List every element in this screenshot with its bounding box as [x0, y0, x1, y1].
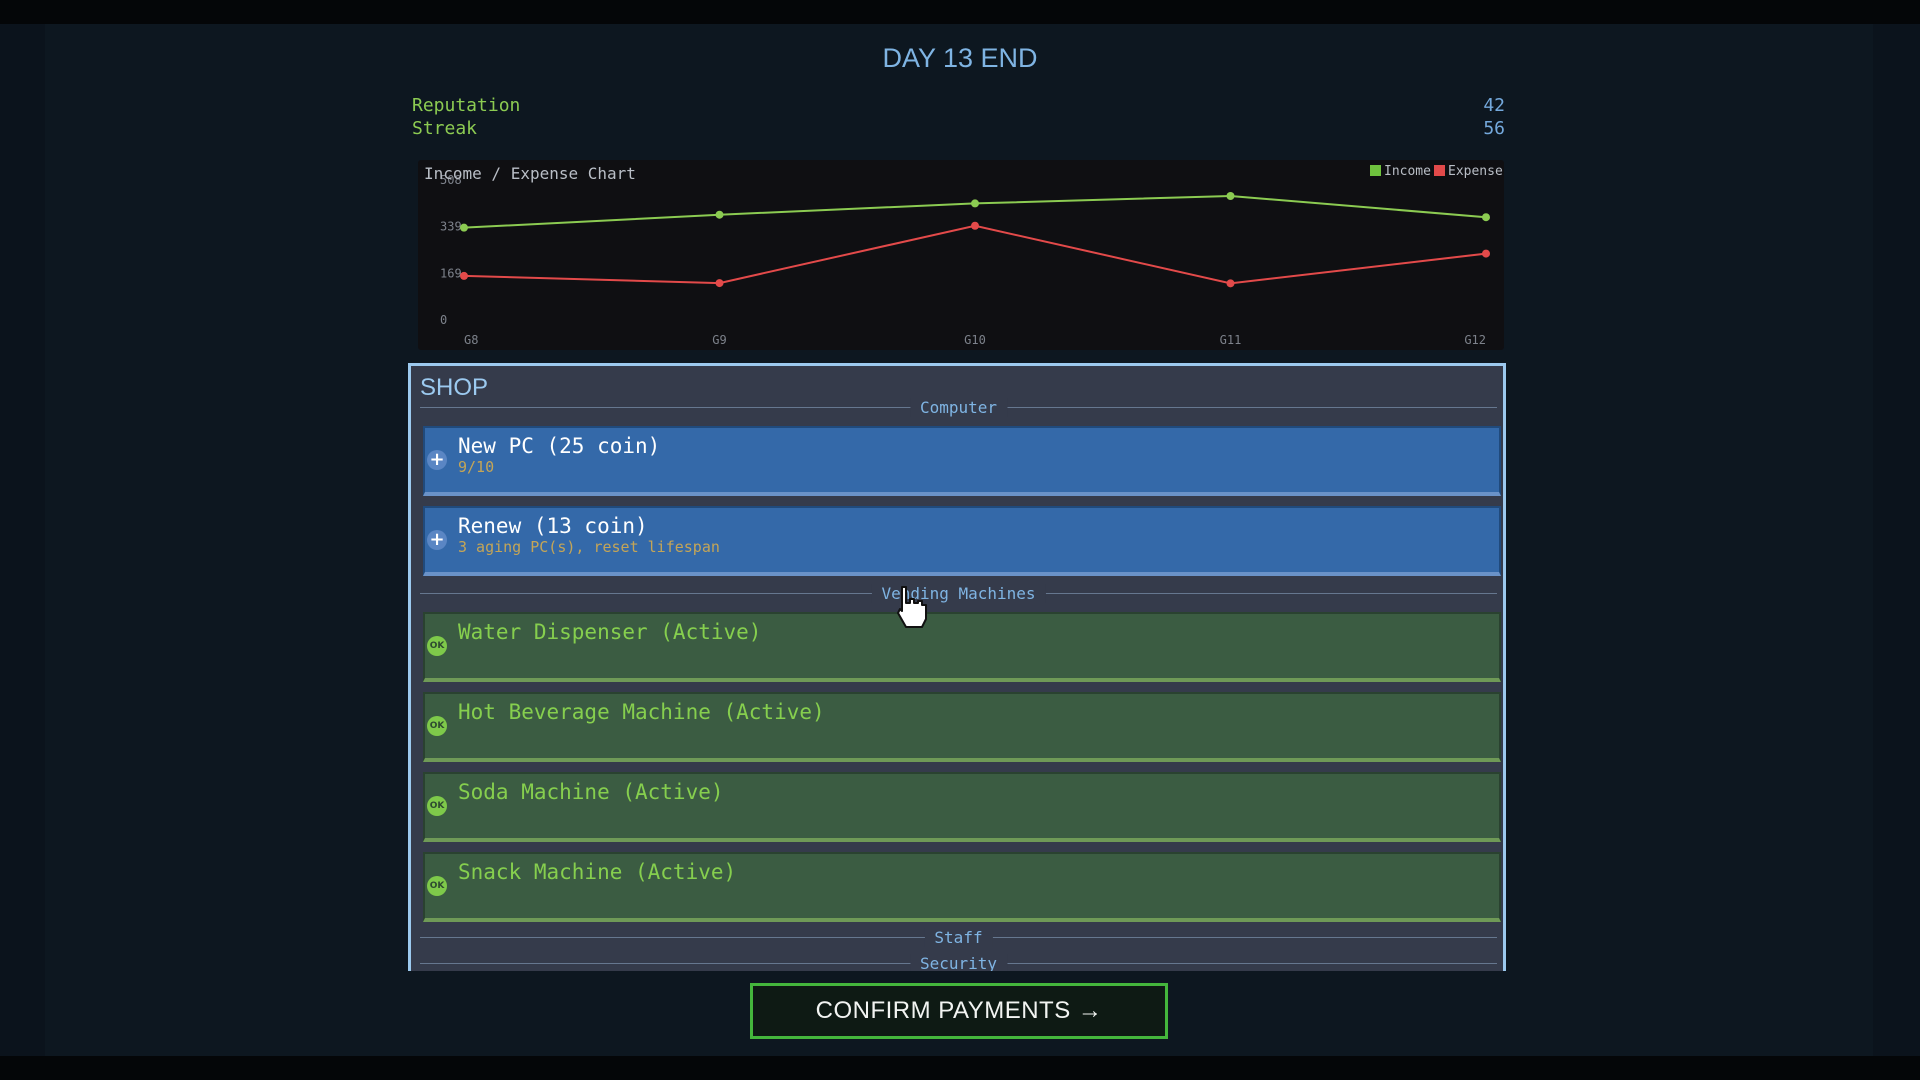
streak-label: Streak: [412, 118, 478, 139]
item-name: Renew (13 coin): [458, 514, 648, 538]
item-name: New PC (25 coin): [458, 434, 661, 458]
item-detail: 9/10: [458, 458, 495, 476]
legend-expense: Expense: [1434, 164, 1503, 179]
streak-value: 56: [1483, 118, 1505, 139]
ok-check-icon: OK: [427, 796, 447, 816]
item-name: Snack Machine (Active): [458, 860, 737, 884]
item-name: Hot Beverage Machine (Active): [458, 700, 825, 724]
y-tick-label: 169: [440, 266, 462, 280]
shop-item-snack-machine[interactable]: OK Snack Machine (Active): [423, 852, 1501, 922]
shop-item-water-dispenser[interactable]: OK Water Dispenser (Active): [423, 612, 1501, 682]
section-label-computer: Computer: [909, 398, 1008, 417]
data-point-income: [460, 223, 468, 232]
plus-icon: +: [427, 450, 447, 470]
series-line-expense: [463, 224, 1487, 285]
item-name: Soda Machine (Active): [458, 780, 724, 804]
section-divider-computer: Computer: [420, 398, 1497, 417]
reputation-value: 42: [1483, 95, 1505, 116]
income-expense-chart: 0 169 339 508 G8 G9 G10 G11 G12: [418, 160, 1504, 350]
x-tick-label: G9: [712, 333, 726, 347]
shop-panel[interactable]: SHOP Computer + New PC (25 coin) 9/10 + …: [408, 363, 1506, 971]
legend-income-swatch: [1370, 165, 1381, 176]
data-point-expense: [715, 279, 724, 288]
data-point-income: [715, 210, 724, 219]
shop-item-renew[interactable]: + Renew (13 coin) 3 aging PC(s), reset l…: [423, 506, 1501, 576]
legend-expense-label: Expense: [1448, 164, 1503, 179]
ok-check-icon: OK: [427, 876, 447, 896]
shop-item-soda-machine[interactable]: OK Soda Machine (Active): [423, 772, 1501, 842]
x-tick-label: G8: [464, 333, 478, 347]
y-tick-label: 339: [440, 220, 462, 234]
section-divider-vending: Vending Machines: [420, 584, 1497, 603]
ok-check-icon: OK: [427, 716, 447, 736]
section-label-security: Security: [909, 954, 1008, 971]
section-divider-security: Security: [420, 954, 1497, 971]
item-name: Water Dispenser (Active): [458, 620, 762, 644]
legend-income-label: Income: [1384, 164, 1431, 179]
section-divider-staff: Staff: [420, 928, 1497, 947]
x-tick-label: G12: [1464, 333, 1486, 347]
item-detail: 3 aging PC(s), reset lifespan: [458, 538, 720, 556]
chart-plot: 0169339508G8 G9 G10 G11 G12: [440, 173, 1490, 347]
confirm-payments-button[interactable]: CONFIRM PAYMENTS →: [750, 983, 1168, 1039]
legend-expense-swatch: [1434, 165, 1445, 176]
data-point-expense: [1482, 249, 1490, 258]
hand-cursor-icon: [897, 586, 927, 628]
data-point-expense: [460, 271, 468, 280]
data-point-income: [1226, 191, 1235, 200]
y-tick-label: 0: [440, 313, 447, 327]
shop-item-hot-beverage-machine[interactable]: OK Hot Beverage Machine (Active): [423, 692, 1501, 762]
page-title: DAY 13 END: [882, 43, 1038, 73]
data-point-expense: [971, 221, 979, 230]
section-label-staff: Staff: [924, 928, 993, 947]
chart-title: Income / Expense Chart: [424, 164, 636, 183]
ok-check-icon: OK: [427, 636, 447, 656]
x-tick-label: G11: [1220, 333, 1242, 347]
plus-icon: +: [427, 530, 447, 550]
data-point-expense: [1226, 279, 1235, 288]
x-tick-label: G10: [964, 333, 986, 347]
data-point-income: [1482, 213, 1490, 222]
shop-item-new-pc[interactable]: + New PC (25 coin) 9/10: [423, 426, 1501, 496]
reputation-label: Reputation: [412, 95, 521, 116]
legend-income: Income: [1370, 164, 1431, 179]
data-point-income: [971, 199, 979, 208]
